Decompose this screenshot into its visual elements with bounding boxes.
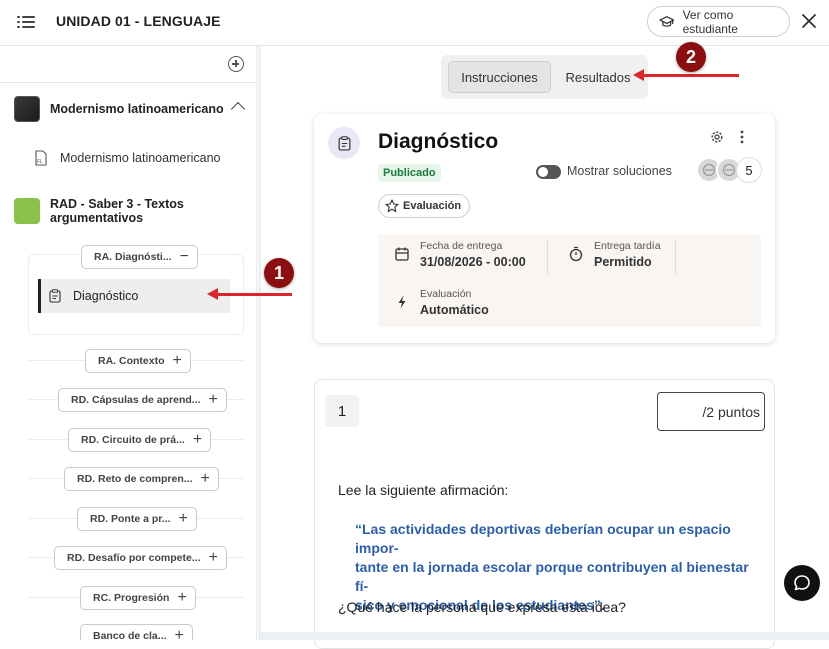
close-icon[interactable] xyxy=(799,11,819,31)
page-title: UNIDAD 01 - LENGUAJE xyxy=(56,13,221,29)
expand-plus-icon[interactable]: + xyxy=(173,353,182,369)
student-count-badge: 5 xyxy=(736,157,762,183)
evaluation-mode-label: Evaluación xyxy=(420,288,472,300)
sidebar-divider xyxy=(0,82,256,83)
chat-button[interactable] xyxy=(784,565,820,601)
sidebar-item-modernismo[interactable]: FL Modernismo latinoamericano xyxy=(34,150,221,166)
gear-icon[interactable] xyxy=(710,130,724,144)
expand-plus-icon[interactable]: + xyxy=(175,628,184,641)
expand-plus-icon[interactable]: + xyxy=(193,432,202,448)
sidebar-module-rad-saber-3[interactable]: RAD - Saber 3 - Textos argumentativos xyxy=(14,197,254,225)
annotation-arrow xyxy=(633,69,739,81)
collapse-minus-icon[interactable]: − xyxy=(180,249,189,265)
user-placeholder-icon xyxy=(702,163,716,177)
quote-line: “Las actividades deportivas deberían ocu… xyxy=(355,521,731,556)
group-pill-ra-contexto[interactable]: RA. Contexto + xyxy=(85,349,191,373)
annotation-marker-2: 2 xyxy=(676,42,706,72)
module-label: Modernismo latinoamericano xyxy=(50,102,224,116)
sidebar-item-diagnostico[interactable]: Diagnóstico xyxy=(38,279,230,313)
tab-instrucciones[interactable]: Instrucciones xyxy=(448,61,551,93)
due-date-value: 31/08/2026 - 00:00 xyxy=(420,255,526,269)
group-pill-rc-progresion[interactable]: RC. Progresión + xyxy=(80,586,196,610)
group-pill-rd-circuito[interactable]: RD. Circuito de prá... + xyxy=(68,428,212,452)
group-label: RA. Diagnósti... xyxy=(94,251,172,263)
menu-icon[interactable] xyxy=(17,14,35,30)
late-submission-info: Entrega tardía Permitido xyxy=(568,240,661,269)
graduation-cap-icon xyxy=(659,15,675,27)
lightning-icon xyxy=(398,295,406,309)
sidebar: Modernismo latinoamericano FL Modernismo… xyxy=(0,46,257,640)
type-label: Evaluación xyxy=(403,200,462,212)
calendar-icon xyxy=(395,247,409,261)
group-label: RC. Progresión xyxy=(93,592,170,604)
group-label: RD. Ponte a pr... xyxy=(90,513,171,525)
module-thumbnail xyxy=(14,96,40,122)
clipboard-icon xyxy=(49,289,61,303)
clipboard-icon xyxy=(338,135,350,151)
divider xyxy=(675,240,676,274)
assignment-icon-badge xyxy=(328,127,360,159)
group-pill-banco[interactable]: Banco de cla... + xyxy=(80,624,193,640)
sidebar-item-label: Diagnóstico xyxy=(73,289,139,303)
tab-bar: Instrucciones Resultados xyxy=(441,55,648,99)
expand-plus-icon[interactable]: + xyxy=(209,392,218,408)
group-pill-rd-ponte[interactable]: RD. Ponte a pr... + xyxy=(77,507,197,531)
late-submission-label: Entrega tardía xyxy=(594,240,661,252)
expand-plus-icon[interactable]: + xyxy=(201,471,210,487)
svg-text:FL: FL xyxy=(37,159,43,165)
group-pill-rd-reto[interactable]: RD. Reto de compren... + xyxy=(64,467,219,491)
divider xyxy=(547,240,548,274)
evaluation-mode-value: Automático xyxy=(420,303,489,317)
more-options-icon[interactable] xyxy=(740,130,744,144)
timer-icon xyxy=(569,246,583,262)
expand-plus-icon[interactable]: + xyxy=(209,550,218,566)
expand-plus-icon[interactable]: + xyxy=(179,511,188,527)
star-icon xyxy=(385,199,399,213)
module-label: RAD - Saber 3 - Textos argumentativos xyxy=(50,197,184,225)
due-date-info: Fecha de entrega 31/08/2026 - 00:00 xyxy=(394,240,526,269)
annotation-marker-1: 1 xyxy=(264,258,294,288)
student-view-label: Ver como estudiante xyxy=(682,7,738,36)
group-pill-rd-capsulas[interactable]: RD. Cápsulas de aprend... + xyxy=(58,388,227,412)
evaluation-mode-info: Evaluación Automático xyxy=(394,288,489,317)
tab-resultados[interactable]: Resultados xyxy=(555,61,641,93)
main-content: Instrucciones Resultados Diagnóstico Pub… xyxy=(261,46,829,649)
late-submission-value: Permitido xyxy=(594,255,652,269)
student-avatars[interactable]: 5 xyxy=(696,157,762,183)
question-number: 1 xyxy=(325,395,359,427)
question-intro: Lee la siguiente afirmación: xyxy=(338,482,509,498)
type-badge: Evaluación xyxy=(378,194,471,218)
group-pill-ra-diagnostico[interactable]: RA. Diagnósti... − xyxy=(81,245,198,269)
question-card: 1 /2 puntos Lee la siguiente afirmación:… xyxy=(314,379,775,649)
file-text-icon: FL xyxy=(35,150,47,166)
top-bar: UNIDAD 01 - LENGUAJE Ver como estudiante xyxy=(0,0,829,46)
group-label: RA. Contexto xyxy=(98,355,165,367)
chat-bubble-icon xyxy=(794,575,810,591)
question-prompt: ¿Qué hace la persona que expresa esta id… xyxy=(338,599,626,615)
group-label: RD. Cápsulas de aprend... xyxy=(71,394,201,406)
show-solutions-toggle[interactable] xyxy=(536,165,561,179)
assignment-details: Fecha de entrega 31/08/2026 - 00:00 Entr… xyxy=(378,234,761,327)
expand-plus-icon[interactable]: + xyxy=(177,590,186,606)
due-date-label: Fecha de entrega xyxy=(420,240,503,252)
user-placeholder-icon xyxy=(722,163,736,177)
quote-line: tante en la jornada escolar porque contr… xyxy=(355,559,749,594)
sidebar-item-label: Modernismo latinoamericano xyxy=(60,151,221,165)
points-input[interactable]: /2 puntos xyxy=(657,392,765,431)
module-thumbnail xyxy=(14,198,40,224)
student-view-button[interactable]: Ver como estudiante xyxy=(647,6,790,37)
status-badge: Publicado xyxy=(378,164,441,182)
group-label: RD. Desafío por compete... xyxy=(67,552,201,564)
group-pill-rd-desafio[interactable]: RD. Desafío por compete... + xyxy=(54,546,227,570)
bottom-scroll-area xyxy=(261,632,829,640)
assignment-card: Diagnóstico Publicado Mostrar soluciones… xyxy=(314,114,775,343)
group-label: RD. Reto de compren... xyxy=(77,473,193,485)
group-label: RD. Circuito de prá... xyxy=(81,434,185,446)
sidebar-module-modernismo[interactable]: Modernismo latinoamericano xyxy=(14,96,254,122)
add-circle-icon[interactable] xyxy=(228,56,244,72)
show-solutions-label: Mostrar soluciones xyxy=(567,164,672,178)
assignment-title: Diagnóstico xyxy=(378,130,499,153)
annotation-arrow xyxy=(207,288,292,300)
group-label: Banco de cla... xyxy=(93,630,167,640)
